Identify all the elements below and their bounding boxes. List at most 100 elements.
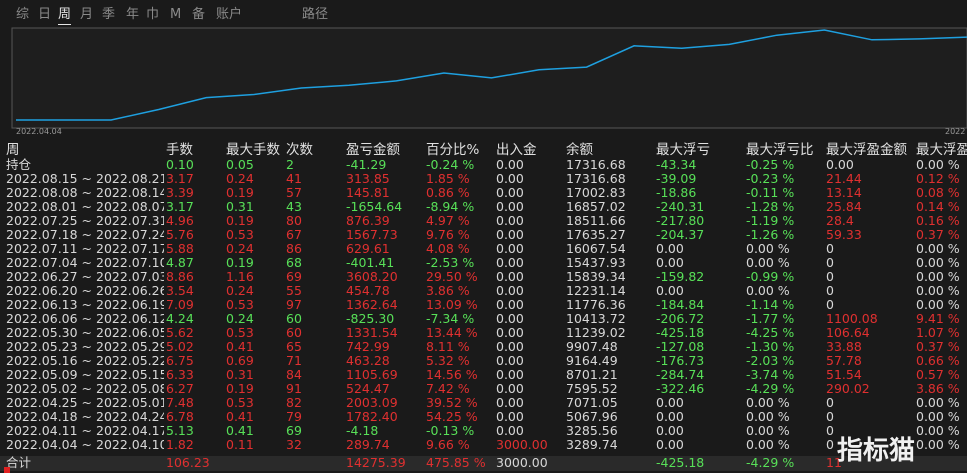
table-row-7-col-11: 0.00 %: [916, 256, 960, 270]
table-row-20-col-8: 0.00: [656, 438, 684, 452]
table-row-20-col-5: 9.66 %: [426, 438, 470, 452]
table-row-15-col-11: 0.57 %: [916, 368, 960, 382]
table-row-12-col-6: 0.00: [496, 326, 524, 340]
table-header-col-10: 最大浮盈金额: [826, 142, 907, 158]
table-row-16-col-11: 3.86 %: [916, 382, 960, 396]
watermark-text: 指标猫: [837, 436, 915, 465]
table-row-19-col-7: 3285.56: [566, 424, 618, 438]
table-row-4-col-5: 4.97 %: [426, 214, 470, 228]
table-row-1-col-2: 0.24: [226, 172, 254, 186]
table-row-7: 2022.07.04 ~ 2022.07.10 4.87 0.19 68 -401.41…: [0, 256, 967, 270]
table-row-12-col-3: 60: [286, 326, 302, 340]
table-row-12-col-4: 1331.54: [346, 326, 398, 340]
table-row-11-col-1: 4.24: [166, 312, 194, 326]
table-row-18: 2022.04.18 ~ 2022.04.24 6.78 0.41 79 1782.40…: [0, 410, 967, 424]
table-row-5-col-1: 5.76: [166, 228, 194, 242]
table-row-12-col-10: 106.64: [826, 326, 870, 340]
table-row-13-col-9: -1.30 %: [746, 340, 795, 354]
table-row-3-col-1: 3.17: [166, 200, 194, 214]
table-row-2-col-3: 57: [286, 186, 302, 200]
table-row-19-col-2: 0.41: [226, 424, 254, 438]
table-row-2-col-0: 2022.08.08 ~ 2022.08.14: [6, 186, 164, 200]
table-row-6-col-1: 5.88: [166, 242, 194, 256]
table-row-9-col-8: 0.00: [656, 284, 684, 298]
table-row-5-col-10: 59.33: [826, 228, 862, 242]
table-row-10-col-2: 0.53: [226, 298, 254, 312]
table-row-17-col-4: 2003.09: [346, 396, 398, 410]
table-row-10-col-10: 0: [826, 298, 834, 312]
watermark-logo: 指标猫: [837, 436, 915, 465]
table-row-19-col-3: 69: [286, 424, 302, 438]
table-row-11-col-4: -825.30: [346, 312, 395, 326]
table-row-11-col-3: 60: [286, 312, 302, 326]
table-row-5-col-0: 2022.07.18 ~ 2022.07.24: [6, 228, 164, 242]
x-tick-label-start: 2022.04.04: [16, 127, 62, 136]
table-row-5-col-9: -1.26 %: [746, 228, 795, 242]
table-row-17: 2022.04.25 ~ 2022.05.01 7.48 0.53 82 2003.09…: [0, 396, 967, 410]
table-header-col-4: 盈亏金额: [346, 142, 400, 158]
table-row-4-col-3: 80: [286, 214, 302, 228]
table-row-7-col-1: 4.87: [166, 256, 194, 270]
table-row-3-col-5: -8.94 %: [426, 200, 475, 214]
table-row-14-col-8: -176.73: [656, 354, 705, 368]
table-row-8-col-3: 69: [286, 270, 302, 284]
table-row-20-col-9: 0.00 %: [746, 438, 790, 452]
table-row-7-col-4: -401.41: [346, 256, 395, 270]
table-row-1-col-6: 0.00: [496, 172, 524, 186]
table-row-6-col-2: 0.24: [226, 242, 254, 256]
table-row-14-col-0: 2022.05.16 ~ 2022.05.22: [6, 354, 164, 368]
table-row-0-col-8: -43.34: [656, 158, 697, 172]
table-row-18-col-11: 0.00 %: [916, 410, 960, 424]
table-row-10-col-5: 13.09 %: [426, 298, 478, 312]
table-row-1-col-7: 17316.68: [566, 172, 626, 186]
table-row-10-col-6: 0.00: [496, 298, 524, 312]
table-row-16-col-7: 7595.52: [566, 382, 618, 396]
scroll-marker: [4, 467, 10, 473]
table-row-10: 2022.06.13 ~ 2022.06.19 7.09 0.53 97 1362.64…: [0, 298, 967, 312]
table-total-row-col-5: 475.85 %: [426, 456, 486, 470]
table-total-row-col-0: 合计: [6, 456, 32, 470]
table-row-18-col-3: 79: [286, 410, 302, 424]
table-row-11-col-2: 0.24: [226, 312, 254, 326]
table-row-13-col-6: 0.00: [496, 340, 524, 354]
table-row-20-col-3: 32: [286, 438, 302, 452]
table-row-12-col-7: 11239.02: [566, 326, 626, 340]
table-row-7-col-7: 15437.93: [566, 256, 626, 270]
table-row-3-col-6: 0.00: [496, 200, 524, 214]
table-row-4-col-9: -1.19 %: [746, 214, 795, 228]
table-row-10-col-4: 1362.64: [346, 298, 398, 312]
table-row-5-col-2: 0.53: [226, 228, 254, 242]
table-row-9-col-7: 12231.14: [566, 284, 626, 298]
table-row-4: 2022.07.25 ~ 2022.07.31 4.96 0.19 80 876.39 4…: [0, 214, 967, 228]
table-row-2-col-4: 145.81: [346, 186, 390, 200]
table-row-17-col-0: 2022.04.25 ~ 2022.05.01: [6, 396, 164, 410]
table-row-2-col-7: 17002.83: [566, 186, 626, 200]
table-row-20-col-2: 0.11: [226, 438, 254, 452]
table-row-8-col-5: 29.50 %: [426, 270, 478, 284]
table-row-3-col-11: 0.14 %: [916, 200, 960, 214]
table-row-16-col-10: 290.02: [826, 382, 870, 396]
table-row-6-col-10: 0: [826, 242, 834, 256]
table-row-15-col-0: 2022.05.09 ~ 2022.05.15: [6, 368, 164, 382]
table-row-5: 2022.07.18 ~ 2022.07.24 5.76 0.53 67 1567.73…: [0, 228, 967, 242]
table-row-9-col-0: 2022.06.20 ~ 2022.06.26: [6, 284, 164, 298]
table-row-16-col-5: 7.42 %: [426, 382, 470, 396]
table-row-18-col-4: 1782.40: [346, 410, 398, 424]
table-row-12: 2022.05.30 ~ 2022.06.05 5.62 0.53 60 1331.54…: [0, 326, 967, 340]
table-row-7-col-6: 0.00: [496, 256, 524, 270]
table-row-9-col-3: 55: [286, 284, 302, 298]
table-row-18-col-10: 0: [826, 410, 834, 424]
table-row-16-col-3: 91: [286, 382, 302, 396]
table-row-7-col-10: 0: [826, 256, 834, 270]
table-row-13: 2022.05.23 ~ 2022.05.29 5.02 0.41 65 742.99 8…: [0, 340, 967, 354]
table-row-15-col-3: 84: [286, 368, 302, 382]
table-row-0: 持仓 0.10 0.05 2 -41.29 -0.24 % 0.00 17316.68 -43.…: [0, 158, 967, 172]
table-row-0-col-10: 0.00: [826, 158, 854, 172]
table-header-col-2: 最大手数: [226, 142, 280, 158]
table-row-1-col-3: 41: [286, 172, 302, 186]
table-row-16-col-2: 0.19: [226, 382, 254, 396]
table-row-19: 2022.04.11 ~ 2022.04.17 5.13 0.41 69 -4.18 -0…: [0, 424, 967, 438]
table-header-col-7: 余额: [566, 142, 593, 158]
table-row-16-col-4: 524.47: [346, 382, 390, 396]
table-row-8-col-8: -159.82: [656, 270, 705, 284]
